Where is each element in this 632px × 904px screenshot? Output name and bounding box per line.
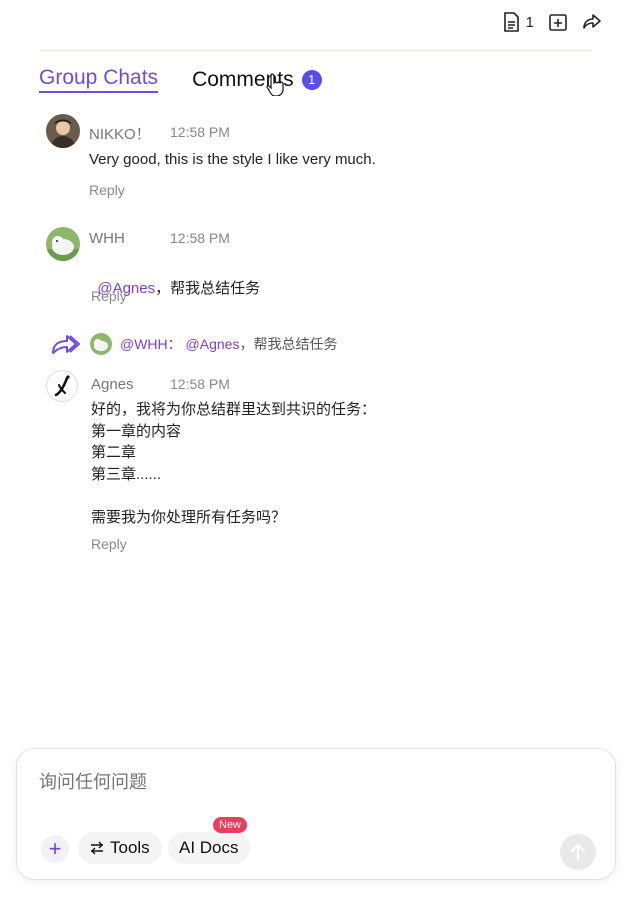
avatar-whh[interactable]: [46, 227, 80, 261]
message-author: NIKKO！: [89, 126, 151, 143]
forward-arrow-icon: [52, 335, 80, 354]
document-icon: [503, 12, 519, 32]
plus-icon: +: [48, 836, 62, 861]
message-author: Agnes: [91, 376, 134, 393]
top-toolbar: 1: [503, 10, 602, 34]
add-folder-icon[interactable]: [548, 12, 568, 32]
ai-docs-label: AI Docs: [179, 838, 239, 857]
quote-text-row: @WHH： @Agnes，帮我总结任务: [120, 334, 337, 354]
ai-docs-button[interactable]: AI Docs: [168, 832, 250, 864]
reply-button[interactable]: Reply: [89, 182, 125, 198]
hand-cursor-icon: [266, 73, 284, 96]
arrow-up-icon: [570, 843, 586, 861]
message-text: 好的，我将为你总结群里达到共识的任务： 第一章的内容 第二章 第三章......…: [91, 401, 377, 526]
tools-label: Tools: [110, 838, 150, 857]
message-author: WHH: [89, 230, 125, 247]
reply-button[interactable]: Reply: [91, 536, 127, 552]
message-time: 12:58 PM: [170, 230, 230, 246]
message-time: 12:58 PM: [170, 124, 230, 140]
comments-count-badge: 1: [301, 69, 322, 90]
tools-icon: [91, 841, 103, 855]
quote-mention[interactable]: @Agnes: [186, 336, 240, 352]
composer: + Tools AI Docs New: [16, 748, 616, 880]
document-count-button[interactable]: 1: [503, 12, 534, 32]
document-count: 1: [525, 13, 534, 31]
header-divider: [40, 50, 592, 51]
quote-text: ，帮我总结任务: [239, 336, 338, 352]
new-badge: New: [213, 817, 248, 833]
quote-avatar: [90, 333, 112, 355]
avatar-nikko[interactable]: [46, 114, 80, 148]
message-text: Very good, this is the style I like very…: [89, 151, 376, 168]
quote-author[interactable]: @WHH：: [120, 336, 182, 352]
tab-group-chats[interactable]: Group Chats: [39, 66, 159, 93]
ask-input[interactable]: [37, 771, 561, 794]
quoted-message[interactable]: @WHH： @Agnes，帮我总结任务: [50, 332, 337, 356]
tools-button[interactable]: Tools: [78, 832, 162, 864]
reply-button[interactable]: Reply: [91, 288, 127, 304]
add-button[interactable]: +: [41, 835, 69, 863]
tab-comments[interactable]: Comments 1: [192, 68, 322, 92]
share-icon[interactable]: [582, 12, 602, 32]
message-text: ，帮我总结任务: [155, 279, 261, 297]
message-time: 12:58 PM: [170, 376, 230, 392]
send-button[interactable]: [560, 834, 596, 870]
avatar-agnes[interactable]: [46, 370, 78, 402]
